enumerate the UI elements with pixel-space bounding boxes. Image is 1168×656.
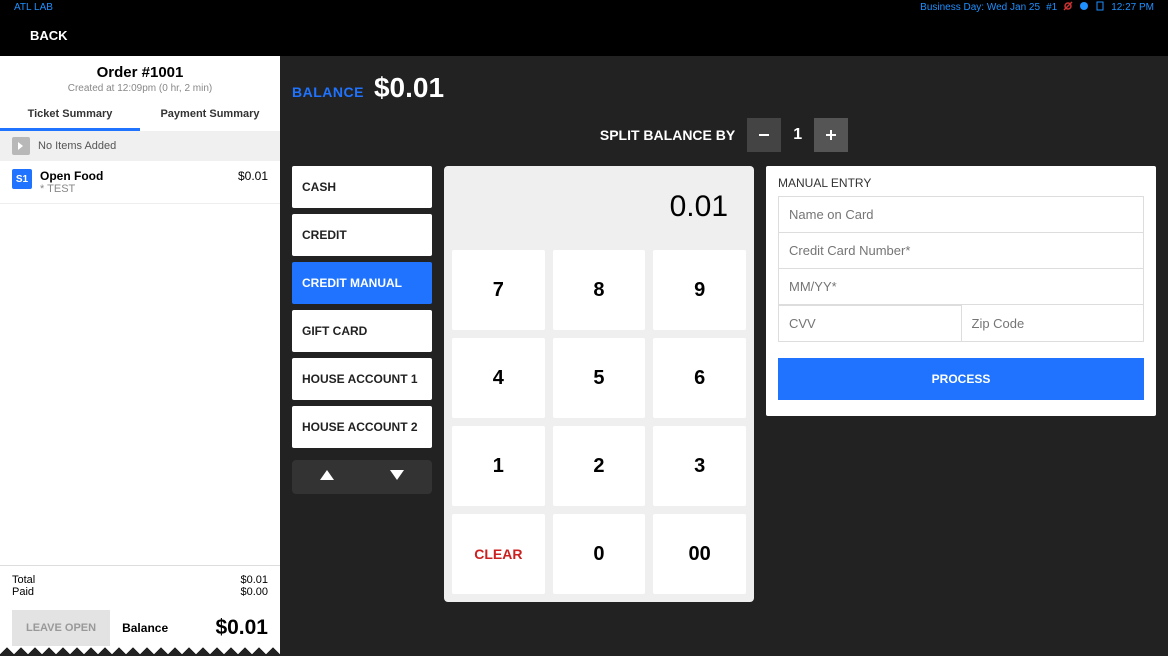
pay-type-house-account-1[interactable]: HOUSE ACCOUNT 1	[292, 358, 432, 400]
split-increase-button[interactable]	[814, 118, 848, 152]
key-3[interactable]: 3	[653, 426, 746, 506]
total-value: $0.01	[240, 574, 268, 586]
receipt-edge-decoration	[0, 646, 280, 656]
key-5[interactable]: 5	[553, 338, 646, 418]
pay-type-cash[interactable]: CASH	[292, 166, 432, 208]
balance-amount-left: $0.01	[215, 616, 268, 640]
key-8[interactable]: 8	[553, 250, 646, 330]
order-title: Order #1001	[0, 64, 280, 81]
leave-open-button[interactable]: LEAVE OPEN	[12, 610, 110, 646]
balance-header-label: BALANCE	[292, 84, 364, 100]
clock-label: 12:27 PM	[1111, 2, 1154, 13]
paid-value: $0.00	[240, 586, 268, 598]
key-00[interactable]: 00	[653, 514, 746, 594]
keypad-display: 0.01	[452, 174, 746, 242]
paid-label: Paid	[12, 586, 34, 598]
page-down-button[interactable]	[388, 468, 406, 487]
order-panel: Order #1001 Created at 12:09pm (0 hr, 2 …	[0, 56, 280, 656]
key-6[interactable]: 6	[653, 338, 746, 418]
balance-label-left: Balance	[122, 621, 168, 635]
pay-type-gift-card[interactable]: GIFT CARD	[292, 310, 432, 352]
no-items-banner: No Items Added	[0, 131, 280, 161]
total-label: Total	[12, 574, 35, 586]
display-number: #1	[1046, 2, 1057, 13]
pay-type-credit-manual[interactable]: CREDIT MANUAL	[292, 262, 432, 304]
name-on-card-input[interactable]	[778, 196, 1144, 233]
pay-type-house-account-2[interactable]: HOUSE ACCOUNT 2	[292, 406, 432, 448]
page-up-button[interactable]	[318, 468, 336, 487]
manual-entry-title: MANUAL ENTRY	[778, 176, 1144, 190]
status-bar: ATL LAB Business Day: Wed Jan 25 #1 12:2…	[0, 0, 1168, 14]
key-0[interactable]: 0	[553, 514, 646, 594]
split-decrease-button[interactable]	[747, 118, 781, 152]
split-count: 1	[793, 126, 802, 144]
pay-type-pager	[292, 460, 432, 494]
item-price: $0.01	[238, 169, 268, 195]
key-clear[interactable]: CLEAR	[452, 514, 545, 594]
zip-code-input[interactable]	[961, 305, 1145, 342]
order-subtitle: Created at 12:09pm (0 hr, 2 min)	[0, 83, 280, 94]
balance-header-amount: $0.01	[374, 72, 444, 104]
key-1[interactable]: 1	[452, 426, 545, 506]
seat-badge: S1	[12, 169, 32, 189]
receipt-icon	[1095, 1, 1105, 14]
keypad: 0.01 7 8 9 4 5 6 1 2 3 CLEAR 0 00	[444, 166, 754, 602]
key-9[interactable]: 9	[653, 250, 746, 330]
item-name: Open Food	[40, 169, 230, 183]
back-button[interactable]: BACK	[0, 14, 1168, 56]
sync-icon	[1079, 1, 1089, 14]
pay-type-credit[interactable]: CREDIT	[292, 214, 432, 256]
key-2[interactable]: 2	[553, 426, 646, 506]
key-7[interactable]: 7	[452, 250, 545, 330]
order-line-item[interactable]: S1 Open Food * TEST $0.01	[0, 161, 280, 204]
process-button[interactable]: PROCESS	[778, 358, 1144, 400]
manual-entry-card: MANUAL ENTRY PROCESS	[766, 166, 1156, 416]
location-label: ATL LAB	[14, 2, 53, 13]
business-day-label: Business Day: Wed Jan 25	[920, 2, 1040, 13]
split-balance-label: SPLIT BALANCE BY	[600, 127, 735, 143]
expiry-input[interactable]	[778, 269, 1144, 305]
cvv-input[interactable]	[778, 305, 961, 342]
item-modifier: * TEST	[40, 183, 230, 195]
sync-off-icon	[1063, 1, 1073, 14]
arrow-right-icon	[12, 137, 30, 155]
tab-payment-summary[interactable]: Payment Summary	[140, 98, 280, 131]
key-4[interactable]: 4	[452, 338, 545, 418]
tab-ticket-summary[interactable]: Ticket Summary	[0, 98, 140, 131]
credit-card-number-input[interactable]	[778, 233, 1144, 269]
